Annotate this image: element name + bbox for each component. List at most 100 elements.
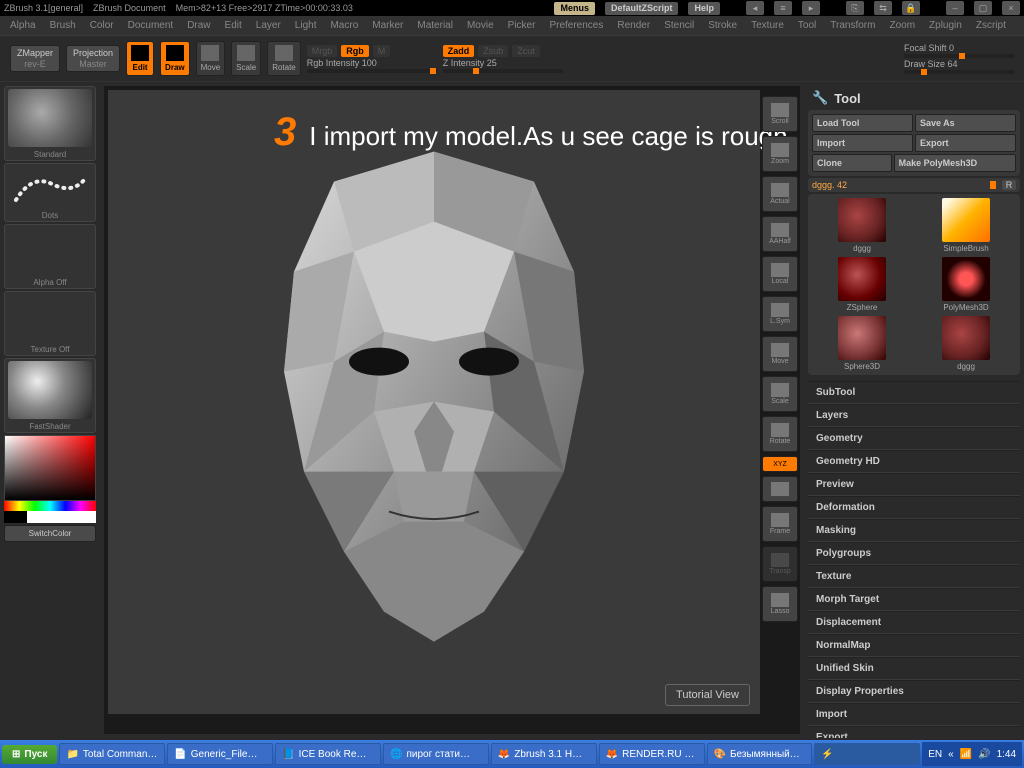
saveas-button[interactable]: Save As — [915, 114, 1016, 132]
zcut-button[interactable]: Zcut — [512, 45, 540, 57]
persp-button[interactable] — [762, 476, 798, 502]
m-button[interactable]: M — [373, 45, 391, 57]
viewport[interactable] — [108, 90, 760, 714]
move-button[interactable]: Move — [196, 41, 226, 76]
load-tool-button[interactable]: Load Tool — [812, 114, 913, 132]
sub-deformation[interactable]: Deformation — [808, 496, 1020, 519]
brush-thumb[interactable]: Standard — [4, 86, 96, 161]
menu-light[interactable]: Light — [295, 20, 317, 31]
aahalf-button[interactable]: AAHalf — [762, 216, 798, 252]
task-tc[interactable]: 📁Total Comman… — [59, 743, 165, 765]
tool-item-zsphere[interactable]: ZSphere — [812, 257, 912, 312]
menu-preferences[interactable]: Preferences — [549, 20, 603, 31]
draw-button[interactable]: Draw — [160, 41, 190, 76]
close-button[interactable]: × — [1002, 1, 1020, 15]
sub-displayprops[interactable]: Display Properties — [808, 680, 1020, 703]
transp-button[interactable]: Transp — [762, 546, 798, 582]
projection-master-button[interactable]: ProjectionMaster — [66, 45, 120, 72]
local-button[interactable]: Local — [762, 256, 798, 292]
tool-item-polymesh[interactable]: PolyMesh3D — [916, 257, 1016, 312]
export-button[interactable]: Export — [915, 134, 1016, 152]
vrotate-button[interactable]: Rotate — [762, 416, 798, 452]
texture-thumb[interactable]: Texture Off — [4, 291, 96, 356]
rgb-intensity-slider[interactable] — [307, 69, 437, 73]
lang-indicator[interactable]: EN — [928, 749, 942, 760]
menu-layer[interactable]: Layer — [256, 20, 281, 31]
alpha-thumb[interactable]: Alpha Off — [4, 224, 96, 289]
import-button[interactable]: Import — [812, 134, 913, 152]
material-thumb[interactable]: FastShader — [4, 358, 96, 433]
actual-button[interactable]: Actual — [762, 176, 798, 212]
zmapper-button[interactable]: ZMapperrev-E — [10, 45, 60, 72]
menu-stroke[interactable]: Stroke — [708, 20, 737, 31]
sub-geometry[interactable]: Geometry — [808, 427, 1020, 450]
focal-shift-slider[interactable] — [904, 54, 1014, 58]
help-button[interactable]: Help — [688, 2, 720, 15]
system-tray[interactable]: EN «📶🔊 1:44 — [922, 742, 1022, 766]
sub-export[interactable]: Export — [808, 726, 1020, 738]
zsub-button[interactable]: Zsub — [478, 45, 508, 57]
swap-icon[interactable]: ⇆ — [874, 1, 892, 15]
sub-subtool[interactable]: SubTool — [808, 381, 1020, 404]
task-ice[interactable]: 📘ICE Book Re… — [275, 743, 381, 765]
lasso-button[interactable]: Lasso — [762, 586, 798, 622]
switchcolor-button[interactable]: SwitchColor — [4, 525, 96, 542]
minimize-button[interactable]: – — [946, 1, 964, 15]
task-render[interactable]: 🦊RENDER.RU … — [599, 743, 705, 765]
z-intensity-slider[interactable] — [443, 69, 563, 73]
menu-marker[interactable]: Marker — [372, 20, 403, 31]
task-generic[interactable]: 📄Generic_File… — [167, 743, 273, 765]
task-zbrush-active[interactable]: ⚡ — [814, 743, 920, 765]
task-zbrush[interactable]: 🦊Zbrush 3.1 H… — [491, 743, 597, 765]
tool-name[interactable]: dggg. 42 — [812, 180, 994, 190]
prev-icon[interactable]: ◂ — [746, 1, 764, 15]
color-picker[interactable] — [4, 435, 96, 523]
task-pirog[interactable]: 🌐пирог стати… — [383, 743, 489, 765]
menu-render[interactable]: Render — [617, 20, 650, 31]
zoom-button[interactable]: Zoom — [762, 136, 798, 172]
menu-stencil[interactable]: Stencil — [664, 20, 694, 31]
vscale-button[interactable]: Scale — [762, 376, 798, 412]
sub-normalmap[interactable]: NormalMap — [808, 634, 1020, 657]
frame-button[interactable]: Frame — [762, 506, 798, 542]
menu-picker[interactable]: Picker — [508, 20, 536, 31]
rotate-button[interactable]: Rotate — [267, 41, 301, 76]
sub-layers[interactable]: Layers — [808, 404, 1020, 427]
zadd-button[interactable]: Zadd — [443, 45, 475, 57]
rgb-button[interactable]: Rgb — [341, 45, 369, 57]
menu-icon[interactable]: ≡ — [774, 1, 792, 15]
menu-texture[interactable]: Texture — [751, 20, 784, 31]
save-icon[interactable]: ⎘ — [846, 1, 864, 15]
edit-button[interactable]: Edit — [126, 41, 154, 76]
scroll-button[interactable]: Scroll — [762, 96, 798, 132]
sub-texture[interactable]: Texture — [808, 565, 1020, 588]
draw-size-slider[interactable] — [904, 70, 1014, 74]
start-button[interactable]: ⊞Пуск — [2, 745, 57, 764]
r-button[interactable]: R — [1002, 180, 1016, 190]
task-paint[interactable]: 🎨Безымянный… — [707, 743, 813, 765]
script-button[interactable]: DefaultZScript — [605, 2, 679, 15]
sub-masking[interactable]: Masking — [808, 519, 1020, 542]
menu-draw[interactable]: Draw — [187, 20, 210, 31]
menu-document[interactable]: Document — [128, 20, 174, 31]
tutorial-view-button[interactable]: Tutorial View — [665, 684, 750, 706]
menu-edit[interactable]: Edit — [225, 20, 242, 31]
menu-zplugin[interactable]: Zplugin — [929, 20, 962, 31]
menu-zoom[interactable]: Zoom — [889, 20, 915, 31]
menus-button[interactable]: Menus — [554, 2, 595, 15]
xyz-button[interactable]: XYZ — [762, 456, 798, 472]
menu-transform[interactable]: Transform — [830, 20, 875, 31]
menu-color[interactable]: Color — [90, 20, 114, 31]
maximize-button[interactable]: ▢ — [974, 1, 992, 15]
tool-item-dggg[interactable]: dggg — [812, 198, 912, 253]
tool-item-dggg2[interactable]: dggg — [916, 316, 1016, 371]
sub-preview[interactable]: Preview — [808, 473, 1020, 496]
menu-brush[interactable]: Brush — [50, 20, 76, 31]
sub-geometryhd[interactable]: Geometry HD — [808, 450, 1020, 473]
tool-item-sphere3d[interactable]: Sphere3D — [812, 316, 912, 371]
next-icon[interactable]: ▸ — [802, 1, 820, 15]
hue-slider[interactable] — [4, 501, 96, 511]
lsym-button[interactable]: L.Sym — [762, 296, 798, 332]
menu-tool[interactable]: Tool — [798, 20, 816, 31]
sub-morphtarget[interactable]: Morph Target — [808, 588, 1020, 611]
